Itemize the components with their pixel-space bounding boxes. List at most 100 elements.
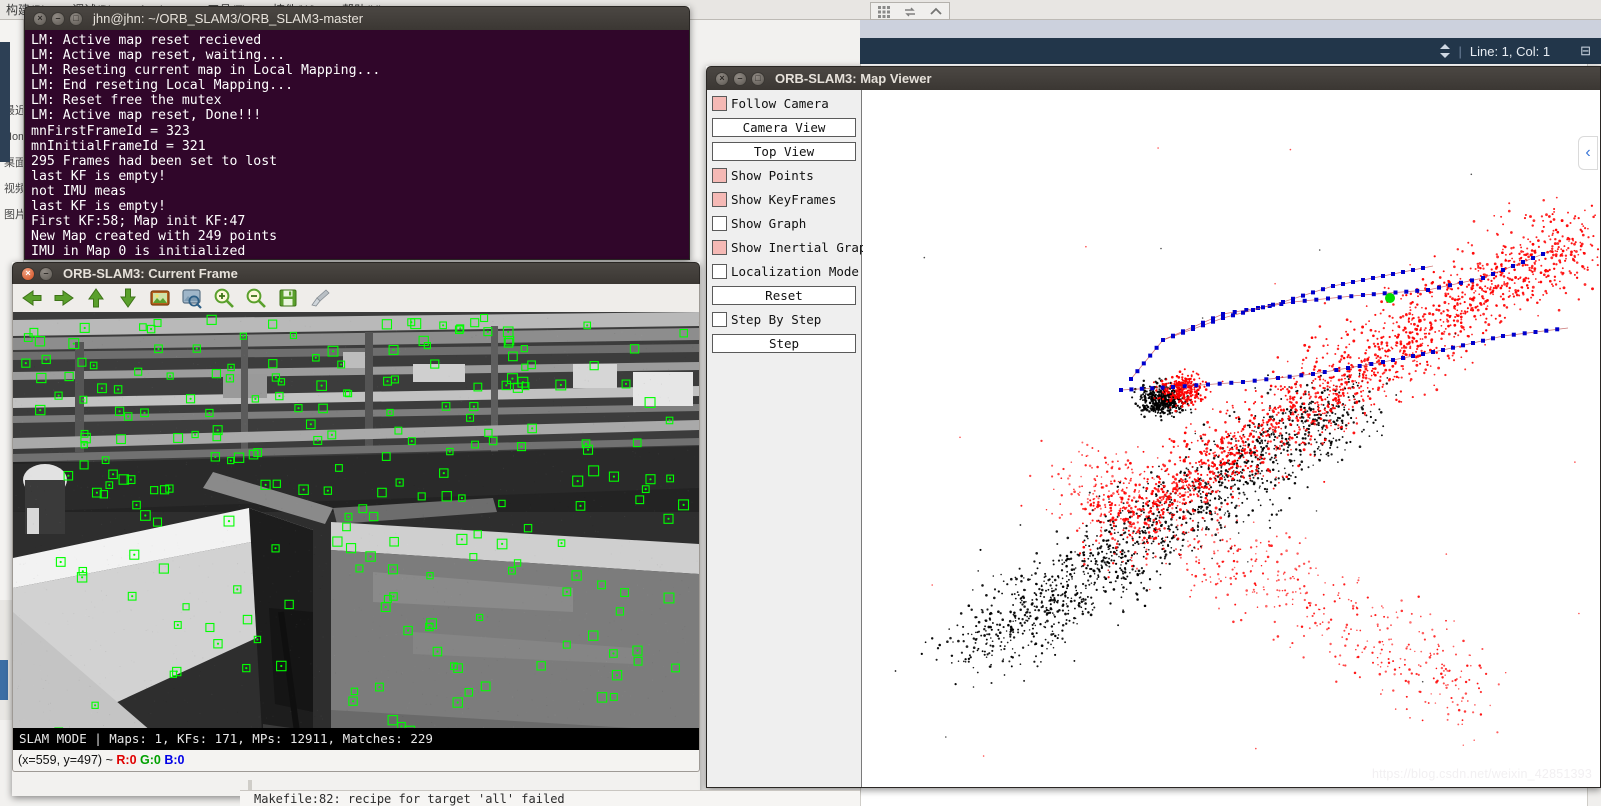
checkbox-label: Show Points: [731, 168, 814, 183]
checkbox-show-keyframes[interactable]: Show KeyFrames: [712, 190, 856, 209]
map-viewer-window-buttons[interactable]: × – □: [715, 71, 765, 86]
map-viewer-window[interactable]: × – □ ORB-SLAM3: Map Viewer Follow Camer…: [706, 66, 1601, 788]
image-icon[interactable]: [149, 287, 171, 309]
terminal-line: mnFirstFrameId = 323: [31, 123, 190, 139]
current-frame-window-buttons[interactable]: × –: [21, 266, 53, 281]
current-frame-window[interactable]: × – ORB-SLAM3: Current Frame SLAM MODE |…: [12, 262, 700, 796]
arrow-right-icon[interactable]: [53, 287, 75, 309]
terminal-titlebar[interactable]: × – □ jhn@jhn: ~/ORB_SLAM3/ORB_SLAM3-mas…: [24, 6, 690, 30]
slam-status-bar: SLAM MODE | Maps: 1, KFs: 171, MPs: 1291…: [13, 728, 699, 750]
terminal-line: LM: Reseting current map in Local Mappin…: [31, 63, 381, 79]
checkbox-step-by-step[interactable]: Step By Step: [712, 310, 856, 329]
close-icon[interactable]: ×: [21, 266, 35, 281]
swap-icon[interactable]: [904, 5, 916, 17]
checkbox-indicator[interactable]: [712, 192, 727, 207]
arrow-left-icon[interactable]: [21, 287, 43, 309]
terminal-output[interactable]: LM: Active map reset recieved LM: Active…: [24, 30, 690, 260]
checkbox-label: Show Inertial Graph: [731, 240, 874, 255]
screen: 构建(B) 调试(D) Analyze 工具(T) 控件(W) 帮助(H): [0, 0, 1601, 806]
checkbox-label: Show Graph: [731, 216, 807, 231]
step-button[interactable]: Step: [712, 334, 856, 353]
checkbox-label: Localization Mode: [731, 264, 859, 279]
build-output-line: Makefile:82: recipe for target 'all' fai…: [240, 790, 860, 806]
checkbox-localization-mode[interactable]: Localization Mode: [712, 262, 859, 281]
terminal-title-label: jhn@jhn: ~/ORB_SLAM3/ORB_SLAM3-master: [93, 11, 364, 26]
pixel-tilde: ~: [105, 753, 113, 767]
reset-button[interactable]: Reset: [712, 286, 856, 305]
split-view-icon[interactable]: ⊟: [1580, 43, 1591, 59]
pixel-green-label: G:0: [140, 753, 161, 767]
terminal-line: mnInitialFrameId = 321: [31, 138, 206, 154]
statusbar-divider: |: [1458, 43, 1462, 59]
terminal-line: LM: Active map reset, waiting...: [31, 48, 286, 64]
terminal-line: LM: Active map reset recieved: [31, 33, 262, 48]
checkbox-show-inertial-graph[interactable]: Show Inertial Graph: [712, 238, 874, 257]
arrow-up-icon[interactable]: [85, 287, 107, 309]
checkbox-show-graph[interactable]: Show Graph: [712, 214, 856, 233]
camera-view-button[interactable]: Camera View: [712, 118, 856, 137]
terminal-line: last KF is empty!: [31, 168, 166, 184]
current-frame-titlebar[interactable]: × – ORB-SLAM3: Current Frame: [12, 262, 700, 284]
map-viewer-title-label: ORB-SLAM3: Map Viewer: [775, 71, 932, 86]
map-viewer-titlebar[interactable]: × – □ ORB-SLAM3: Map Viewer: [706, 66, 1601, 90]
brush-icon[interactable]: [309, 287, 331, 309]
checkbox-follow-camera[interactable]: Follow Camera: [712, 94, 856, 113]
terminal-line: LM: End reseting Local Mapping...: [31, 78, 294, 94]
image-search-icon[interactable]: [181, 287, 203, 309]
watermark-label: https://blog.csdn.net/weixin_42851393: [1371, 767, 1592, 781]
terminal-window[interactable]: × – □ jhn@jhn: ~/ORB_SLAM3/ORB_SLAM3-mas…: [24, 6, 690, 260]
minimize-icon[interactable]: –: [51, 11, 65, 26]
maximize-icon[interactable]: □: [69, 11, 83, 26]
cursor-position-label: Line: 1, Col: 1: [1469, 43, 1551, 59]
arrow-down-icon[interactable]: [117, 287, 139, 309]
grid-icon[interactable]: [878, 5, 890, 18]
checkbox-indicator[interactable]: [712, 168, 727, 183]
terminal-line: not IMU meas: [31, 183, 127, 199]
zoom-in-icon[interactable]: [213, 287, 235, 309]
sidebar-accent-strip: [0, 42, 10, 162]
top-view-button[interactable]: Top View: [712, 142, 856, 161]
close-icon[interactable]: ×: [33, 11, 47, 26]
map-viewer-body: Follow Camera Camera View Top View Show …: [706, 90, 1601, 788]
stepper-icon[interactable]: [1440, 44, 1451, 58]
left-rail-highlight: [0, 660, 8, 700]
minimize-icon[interactable]: –: [39, 266, 53, 281]
terminal-window-buttons[interactable]: × – □: [33, 11, 83, 26]
terminal-line: last KF is empty!: [31, 199, 166, 215]
terminal-line: 295 Frames had been set to lost: [31, 153, 278, 169]
editor-tool-chip[interactable]: [870, 2, 950, 20]
pixel-blue-label: B:0: [164, 753, 185, 767]
checkbox-label: Show KeyFrames: [731, 192, 837, 207]
checkbox-show-points[interactable]: Show Points: [712, 166, 856, 185]
checkbox-indicator[interactable]: [712, 312, 727, 327]
save-icon[interactable]: [277, 287, 299, 309]
current-frame-image[interactable]: SLAM MODE | Maps: 1, KFs: 171, MPs: 1291…: [12, 312, 700, 750]
checkbox-label: Step By Step: [731, 312, 822, 327]
zoom-out-icon[interactable]: [245, 287, 267, 309]
collapse-icon[interactable]: [930, 5, 942, 17]
point-cloud-svg: [894, 147, 1600, 757]
close-icon[interactable]: ×: [715, 71, 729, 86]
current-frame-toolbar[interactable]: [12, 284, 700, 312]
checkbox-indicator[interactable]: [712, 240, 727, 255]
checkbox-indicator[interactable]: [712, 264, 727, 279]
map-point-cloud-canvas[interactable]: ‹ https://blog.csdn.net/weixin_42851393: [863, 90, 1600, 787]
pixel-readout-bar: (x=559, y=497) ~ R:0 G:0 B:0: [12, 750, 700, 772]
checkbox-indicator[interactable]: [712, 96, 727, 111]
pixel-red-label: R:0: [116, 753, 137, 767]
editor-toolbar[interactable]: [860, 2, 1601, 38]
checkbox-indicator[interactable]: [712, 216, 727, 231]
terminal-line: New Map created with 249 points: [31, 229, 278, 245]
editor-statusbar: | Line: 1, Col: 1 ⊟: [860, 38, 1601, 64]
minimize-icon[interactable]: –: [733, 71, 747, 86]
terminal-line: LM: Active map reset, Done!!!: [31, 108, 262, 124]
sidebar-item-videos[interactable]: 视频: [0, 176, 23, 202]
pixel-coords-label: (x=559, y=497): [18, 753, 103, 767]
terminal-line: IMU in Map 0 is initialized: [31, 244, 246, 260]
terminal-line: LM: Reset free the mutex: [31, 93, 222, 109]
sidebar-item-pictures[interactable]: 图片: [0, 202, 23, 228]
map-viewer-control-panel[interactable]: Follow Camera Camera View Top View Show …: [707, 90, 874, 787]
maximize-icon[interactable]: □: [751, 71, 765, 86]
frame-render-svg: [13, 312, 699, 750]
chevron-left-icon[interactable]: ‹: [1578, 136, 1598, 170]
